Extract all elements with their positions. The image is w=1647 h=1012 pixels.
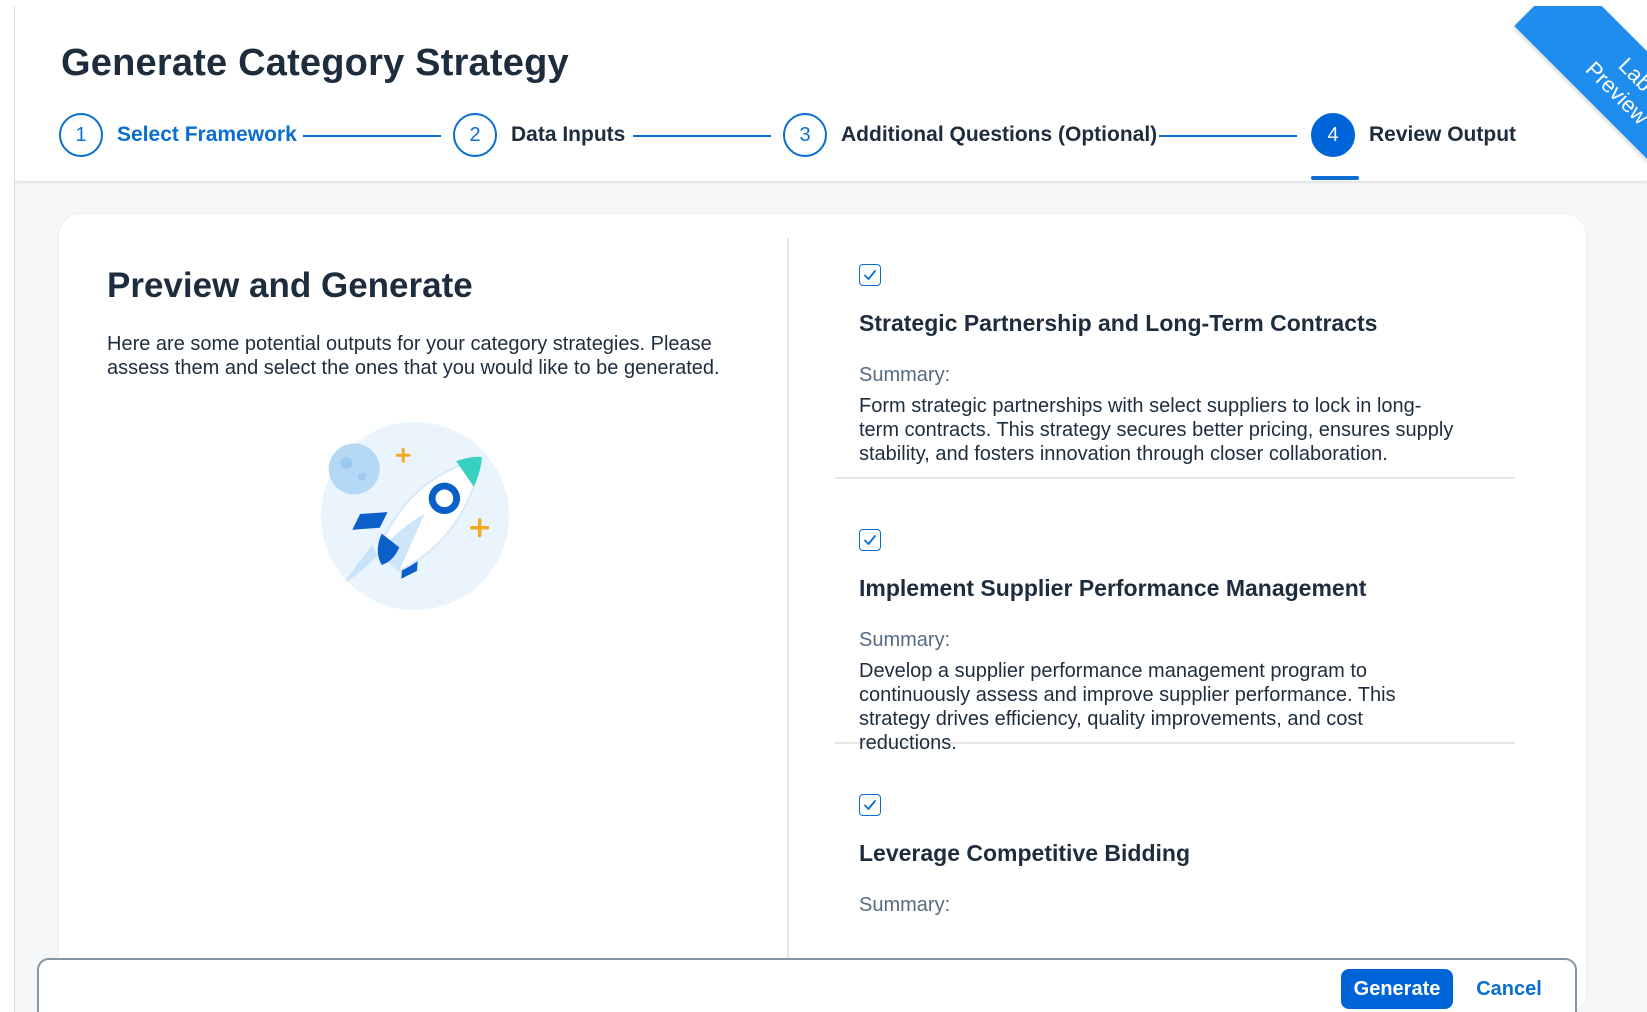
checkmark-icon <box>864 270 876 280</box>
rocket-launch-illustration <box>320 421 510 611</box>
step-label-additional-questions: Additional Questions (Optional) <box>841 123 1158 146</box>
step-connector <box>303 135 441 137</box>
option-checkbox[interactable] <box>859 264 881 286</box>
lab-preview-badge: Lab Preview <box>1488 6 1647 166</box>
option-summary: Form strategic partnerships with select … <box>859 395 1454 465</box>
generate-button[interactable]: Generate <box>1341 969 1453 1009</box>
step-connector <box>1159 135 1297 137</box>
option-checkbox[interactable] <box>859 529 881 551</box>
dialog-title: Generate Category Strategy <box>61 42 569 84</box>
step-label-data-inputs: Data Inputs <box>511 123 626 146</box>
option-title: Strategic Partnership and Long-Term Cont… <box>859 310 1378 336</box>
preview-description: Here are some potential outputs for your… <box>107 333 720 379</box>
wizard-step-data-inputs[interactable]: 2 Data Inputs <box>453 110 625 160</box>
output-option: Strategic Partnership and Long-Term Cont… <box>835 214 1515 479</box>
option-title: Leverage Competitive Bidding <box>859 840 1191 866</box>
option-checkbox[interactable] <box>859 794 881 816</box>
checkmark-icon <box>864 800 876 810</box>
summary-label: Summary: <box>859 364 951 386</box>
checkmark-icon <box>864 535 876 545</box>
output-options-list[interactable]: Strategic Partnership and Long-Term Cont… <box>835 214 1515 1012</box>
option-title: Implement Supplier Performance Managemen… <box>859 575 1367 601</box>
step-label-select-framework: Select Framework <box>117 123 297 146</box>
wizard-step-review-output[interactable]: 4 Review Output <box>1311 110 1516 160</box>
step-connector <box>633 135 771 137</box>
step-number-2: 2 <box>453 113 497 157</box>
step-number-1: 1 <box>59 113 103 157</box>
dialog-footer: Generate Cancel <box>37 958 1577 1012</box>
dialog-header: Generate Category Strategy 1 Select Fram… <box>15 6 1647 182</box>
preview-title: Preview and Generate <box>107 266 473 305</box>
wizard-step-select-framework[interactable]: 1 Select Framework <box>59 110 297 160</box>
cancel-button[interactable]: Cancel <box>1463 969 1555 1009</box>
step-number-4: 4 <box>1311 113 1355 157</box>
active-step-indicator <box>1311 176 1359 180</box>
step-number-3: 3 <box>783 113 827 157</box>
option-summary: Develop a supplier performance managemen… <box>859 660 1396 754</box>
summary-label: Summary: <box>859 629 951 651</box>
content-card: Preview and Generate Here are some poten… <box>59 214 1586 1012</box>
output-option: Implement Supplier Performance Managemen… <box>835 479 1515 754</box>
preview-pane: Preview and Generate Here are some poten… <box>59 214 787 1012</box>
wizard-step-additional-questions[interactable]: 3 Additional Questions (Optional) <box>783 110 1157 160</box>
summary-label: Summary: <box>859 894 951 916</box>
generate-strategy-dialog: Generate Category Strategy 1 Select Fram… <box>14 6 1647 1012</box>
pane-divider <box>787 238 789 1012</box>
